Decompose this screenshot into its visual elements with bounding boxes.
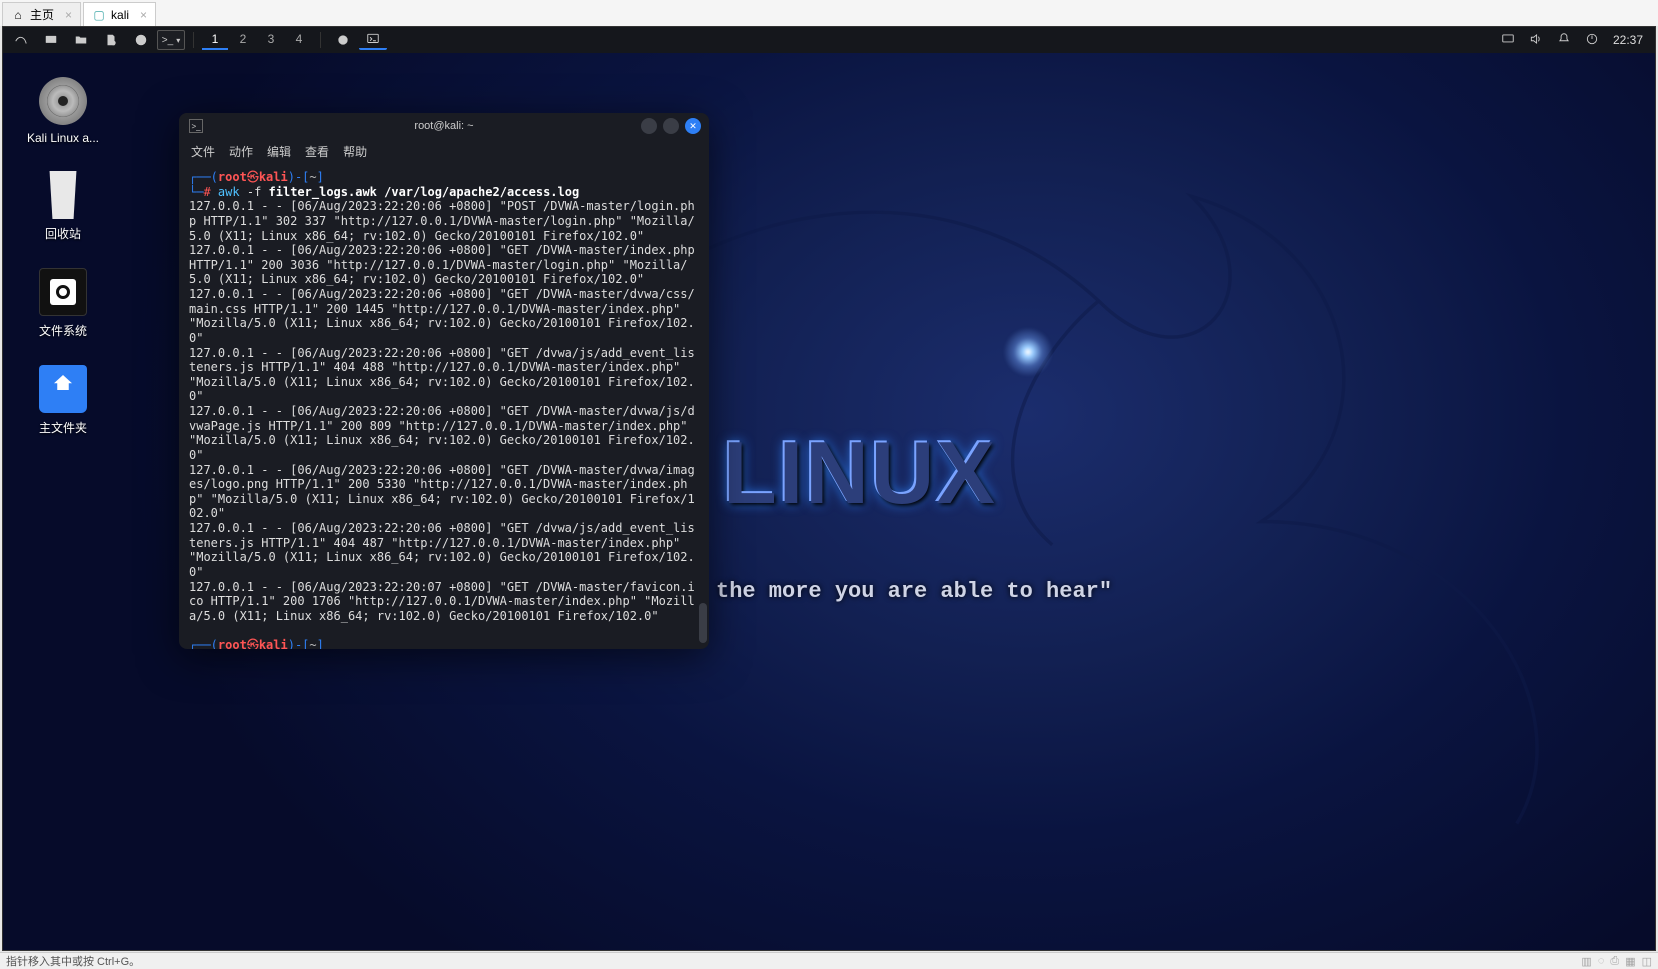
terminal-title: root@kali: ~ (414, 120, 473, 132)
workspace-1[interactable]: 1 (202, 30, 228, 50)
close-icon[interactable]: × (65, 8, 72, 22)
vm-icon: ▢ (92, 8, 106, 22)
separator (320, 32, 321, 48)
desktop-icon-filesystem[interactable]: 文件系统 (21, 268, 105, 339)
tray-power-icon[interactable] (1585, 32, 1599, 49)
terminal-icon: >_ (189, 119, 203, 133)
vm-guest-display: >_▾ 1 2 3 4 22:37 LINUX "the quieter you… (2, 26, 1656, 951)
device-icon[interactable]: ⎙ (1610, 955, 1619, 968)
host-status-hint: 指针移入其中或按 Ctrl+G。 (6, 953, 140, 969)
separator (193, 32, 194, 48)
desktop-icon-home[interactable]: 主文件夹 (21, 365, 105, 436)
taskbar-terminal-icon[interactable] (359, 30, 387, 50)
host-tab-home[interactable]: ⌂ 主页 × (2, 2, 81, 26)
tray-display-icon[interactable] (1501, 32, 1515, 49)
scrollbar-thumb[interactable] (699, 603, 707, 643)
clock[interactable]: 22:37 (1613, 33, 1643, 47)
desktop-icon-kali-linux[interactable]: Kali Linux a... (21, 77, 105, 145)
menu-file[interactable]: 文件 (191, 143, 215, 160)
desktop-icon-label: 主文件夹 (21, 419, 105, 436)
host-tab-label: kali (111, 8, 129, 22)
home-icon: ⌂ (11, 8, 25, 22)
host-tab-kali[interactable]: ▢ kali × (83, 2, 156, 26)
tray-notifications-icon[interactable] (1557, 32, 1571, 49)
minimize-button[interactable] (641, 118, 657, 134)
kali-top-panel: >_▾ 1 2 3 4 22:37 (3, 27, 1655, 53)
terminal-menubar: 文件 动作 编辑 查看 帮助 (179, 139, 709, 166)
maximize-button[interactable] (663, 118, 679, 134)
workspace-3[interactable]: 3 (258, 30, 284, 50)
disc-icon (39, 77, 87, 125)
terminal-body[interactable]: ┌──(root㉿kali)-[~] └─# awk -f filter_log… (179, 166, 709, 649)
workspace-2[interactable]: 2 (230, 30, 256, 50)
text-editor-icon[interactable] (97, 30, 125, 50)
menu-edit[interactable]: 编辑 (267, 143, 291, 160)
wallpaper-linux-text: LINUX (723, 422, 997, 524)
menu-view[interactable]: 查看 (305, 143, 329, 160)
close-button[interactable] (685, 118, 701, 134)
terminal-output: 127.0.0.1 - - [06/Aug/2023:22:20:06 +080… (189, 199, 702, 623)
trash-icon (39, 171, 87, 219)
taskbar-firefox-icon[interactable] (329, 30, 357, 50)
close-icon[interactable]: × (140, 8, 147, 22)
workspace-4[interactable]: 4 (286, 30, 312, 50)
filesystem-icon (39, 268, 87, 316)
desktop-icons: Kali Linux a... 回收站 文件系统 主文件夹 (21, 77, 105, 436)
home-folder-icon (39, 365, 87, 413)
device-icon[interactable]: ▦ (1625, 955, 1635, 968)
desktop-icon-label: 文件系统 (21, 322, 105, 339)
kali-menu-icon[interactable] (7, 30, 35, 50)
device-icon[interactable]: ▥ (1581, 955, 1591, 968)
wallpaper-quote-right: the more you are able to hear" (716, 579, 1112, 604)
host-status-bar: 指针移入其中或按 Ctrl+G。 ▥ ◌ ⎙ ▦ ◫ (0, 952, 1658, 969)
show-desktop-icon[interactable] (37, 30, 65, 50)
file-manager-icon[interactable] (67, 30, 95, 50)
menu-help[interactable]: 帮助 (343, 143, 367, 160)
host-tab-label: 主页 (30, 6, 54, 23)
host-tab-strip: ⌂ 主页 × ▢ kali × (0, 0, 1658, 26)
firefox-icon[interactable] (127, 30, 155, 50)
terminal-titlebar[interactable]: >_ root@kali: ~ (179, 113, 709, 139)
terminal-launcher-icon[interactable]: >_▾ (157, 30, 185, 50)
terminal-window[interactable]: >_ root@kali: ~ 文件 动作 编辑 查看 帮助 ┌──(root㉿… (179, 113, 709, 649)
device-icon[interactable]: ◌ (1598, 955, 1605, 968)
desktop-icon-trash[interactable]: 回收站 (21, 171, 105, 242)
menu-actions[interactable]: 动作 (229, 143, 253, 160)
desktop-icon-label: Kali Linux a... (21, 131, 105, 145)
desktop-icon-label: 回收站 (21, 225, 105, 242)
host-status-icons: ▥ ◌ ⎙ ▦ ◫ (1581, 955, 1652, 968)
device-icon[interactable]: ◫ (1642, 955, 1652, 968)
wallpaper-lens-flare (1003, 327, 1053, 377)
tray-volume-icon[interactable] (1529, 32, 1543, 49)
